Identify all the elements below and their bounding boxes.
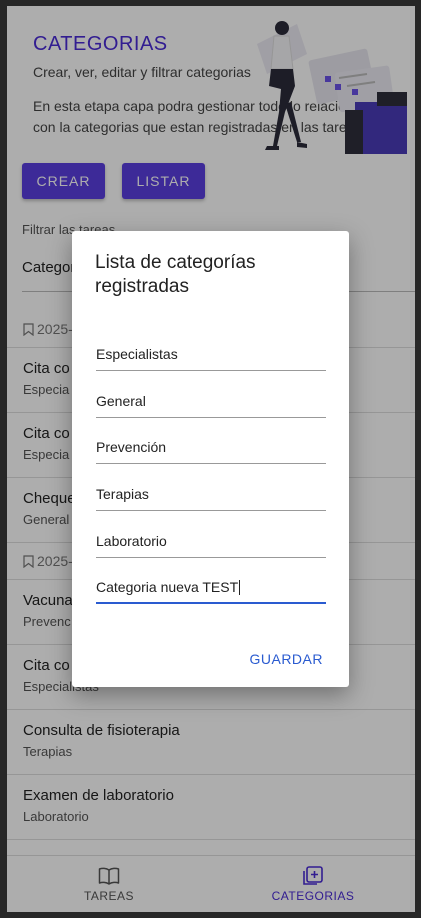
dialog-title: Lista de categorías registradas	[95, 252, 256, 297]
category-field[interactable]: Prevención	[96, 434, 326, 464]
categories-dialog: Lista de categorías registradas Especial…	[72, 231, 349, 687]
category-field[interactable]: Terapias	[96, 481, 326, 511]
text-caret	[239, 580, 241, 595]
save-button[interactable]: GUARDAR	[249, 651, 323, 667]
category-field[interactable]: Laboratorio	[96, 528, 326, 558]
category-field[interactable]: General	[96, 388, 326, 418]
new-category-input[interactable]: Categoria nueva TEST	[96, 574, 326, 604]
category-field[interactable]: Especialistas	[96, 341, 326, 371]
